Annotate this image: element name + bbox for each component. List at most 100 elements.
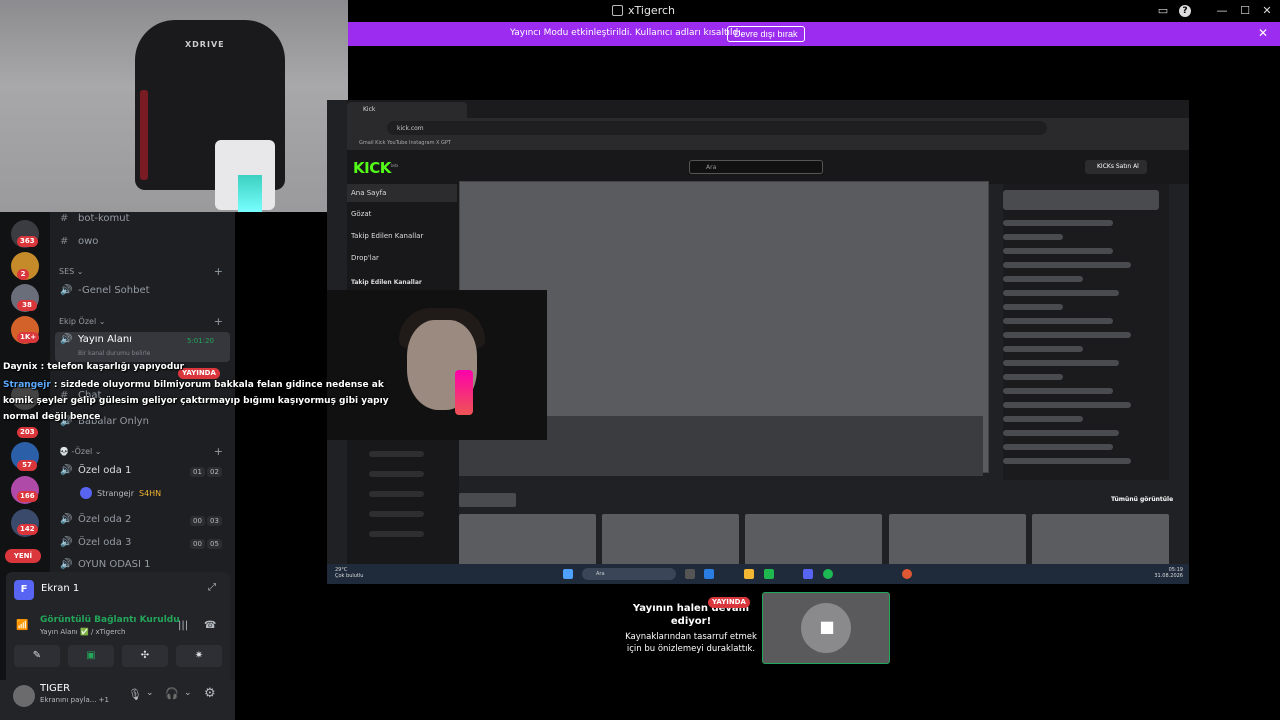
category-label: Ekip Özel [59,317,97,326]
screen-share-button[interactable]: ▣ [68,645,114,667]
spotify-icon[interactable] [823,569,833,579]
close-window-button[interactable]: ✕ [1259,3,1275,19]
minimize-button[interactable]: — [1214,3,1230,19]
activities-button[interactable]: ✣ [122,645,168,667]
add-channel-icon[interactable]: + [214,265,223,278]
channel-label: Yayın Alanı [78,334,132,345]
channel-bot-komut[interactable]: # bot-komut [60,213,130,224]
chat-message: Daynix : telefon kaşarlığı yapıyodur [3,362,184,372]
user-count: 01 [190,467,205,477]
start-icon[interactable] [563,569,573,579]
kick-logo[interactable]: KICKbeta [353,159,398,177]
lamp-glow [238,175,262,212]
chair-brand: XDRIVE [185,40,225,49]
voice-member[interactable]: Strangejr S4HN [80,487,161,499]
placeholder [1003,248,1113,254]
channel-status-placeholder[interactable]: Bir kanal durumu belirle [78,350,150,357]
url-field[interactable]: kick.com [387,121,1047,135]
server-badge: 166 [17,491,38,502]
new-badge: YENİ [5,549,41,563]
followed-header: Takip Edilen Kanallar [351,279,422,286]
kick-search[interactable]: Ara [689,160,823,174]
category-ozel[interactable]: 💀 -Özel ⌄ [59,447,102,456]
channel-genel-sohbet[interactable]: 🔊 -Genel Sohbet [60,285,150,296]
browser-address-bar: kick.com [347,118,1189,138]
help-icon[interactable]: ? [1179,5,1191,17]
chevron-down-icon[interactable]: ⌄ [146,688,154,698]
panel-title: Ekran 1 [41,583,80,594]
discord-icon[interactable] [803,569,813,579]
banner-close-icon[interactable]: ✕ [1258,26,1268,40]
nav-drops[interactable]: Drop'lar [351,254,379,262]
weather-desc: Çok bulutlu [335,573,364,579]
add-channel-icon[interactable]: + [214,315,223,328]
channel-label: Özel oda 2 [78,514,132,525]
category-label: -Özel [71,447,93,456]
app-icon[interactable] [685,569,695,579]
taskbar-search[interactable]: Ara [582,568,676,580]
nav-home[interactable]: Ana Sayfa [351,189,386,197]
placeholder [369,531,424,537]
server-badge: 2 [17,269,29,280]
popout-icon[interactable]: ⤢ [208,582,216,593]
placeholder [1003,402,1131,408]
category-ses[interactable]: SES ⌄ [59,267,83,276]
placeholder [1003,290,1119,296]
noise-suppression-icon[interactable]: ||| [178,620,188,631]
channel-label: Özel oda 1 [78,465,132,476]
weather-widget[interactable]: 29°C Çok bulutlu [335,567,363,579]
see-all-link[interactable]: Tümünü görüntüle [1111,496,1173,503]
placeholder [1003,444,1113,450]
channel-ozel-oda-3[interactable]: 🔊 Özel oda 3 [60,537,131,548]
placeholder [1003,416,1083,422]
chrome-icon[interactable] [902,569,912,579]
user-count: 00 [190,516,205,526]
disable-streamer-mode-button[interactable]: Devre dışı bırak [727,26,805,42]
add-channel-icon[interactable]: + [214,445,223,458]
speaker-icon: 🔊 [60,559,73,570]
app-icon[interactable] [764,569,774,579]
speaker-icon: 🔊 [60,285,73,296]
pip-camera [327,290,547,440]
category-ekip-ozel[interactable]: Ekip Özel ⌄ [59,317,105,326]
channel-oyun-odasi[interactable]: 🔊 OYUN ODASI 1 [60,559,151,570]
edge-icon[interactable] [704,569,714,579]
stream-timer: 5:01:20 [187,337,214,345]
folder-icon[interactable] [744,569,754,579]
app-icon [612,5,623,16]
connection-status[interactable]: Görüntülü Bağlantı Kuruldu [40,615,180,625]
nav-browse[interactable]: Gözat [351,210,371,218]
channel-ozel-oda-2[interactable]: 🔊 Özel oda 2 [60,514,131,525]
nav-following[interactable]: Takip Edilen Kanallar [351,232,423,240]
server-label: / xTigerch [90,628,126,636]
clock-date: 31.08.2026 [1154,573,1183,579]
user-status-text: Ekranını payla... [40,696,97,704]
headphones-icon[interactable]: 🎧 [165,687,179,700]
chair-accent [140,90,148,180]
bookmarks-bar: Gmail Kick YouTube Instagram X GPT [347,138,1189,150]
placeholder [1003,430,1119,436]
channel-ozel-oda-1[interactable]: 🔊 Özel oda 1 [60,465,131,476]
maximize-button[interactable]: ☐ [1237,3,1253,19]
user-panel: TIGER Ekranını payla... +1 🎙 ⌄ 🎧 ⌄ ⚙ [0,680,235,720]
streamer-mode-banner: Yayıncı Modu etkinleştirildi. Kullanıcı … [348,22,1280,46]
chevron-down-icon[interactable]: ⌄ [184,688,192,698]
buy-kicks-button[interactable]: KICKs Satın Al [1085,160,1147,174]
member-tag: S4HN [139,488,162,498]
avatar[interactable] [13,685,35,707]
soundboard-button[interactable]: ✷ [176,645,222,667]
inbox-icon[interactable]: ▭ [1155,3,1171,19]
live-badge: YAYINDA [178,368,220,379]
camera-off-button[interactable]: ✎ [14,645,60,667]
right-column [1003,184,1169,480]
channel-owo[interactable]: # owo [60,236,98,247]
browser-tab[interactable]: Kick [347,102,467,118]
microphone-icon[interactable]: 🎙 [128,688,142,701]
channel-label: bot-komut [78,213,130,224]
connection-channel: Yayın Alanı ✅ / xTigerch [40,628,126,636]
channel-label: owo [78,236,99,247]
stream-preview[interactable]: ■ [762,592,890,664]
disconnect-icon[interactable]: ☎ [204,620,216,631]
clock[interactable]: 05:19 31.08.2026 [1154,567,1183,579]
gear-icon[interactable]: ⚙ [204,686,216,701]
